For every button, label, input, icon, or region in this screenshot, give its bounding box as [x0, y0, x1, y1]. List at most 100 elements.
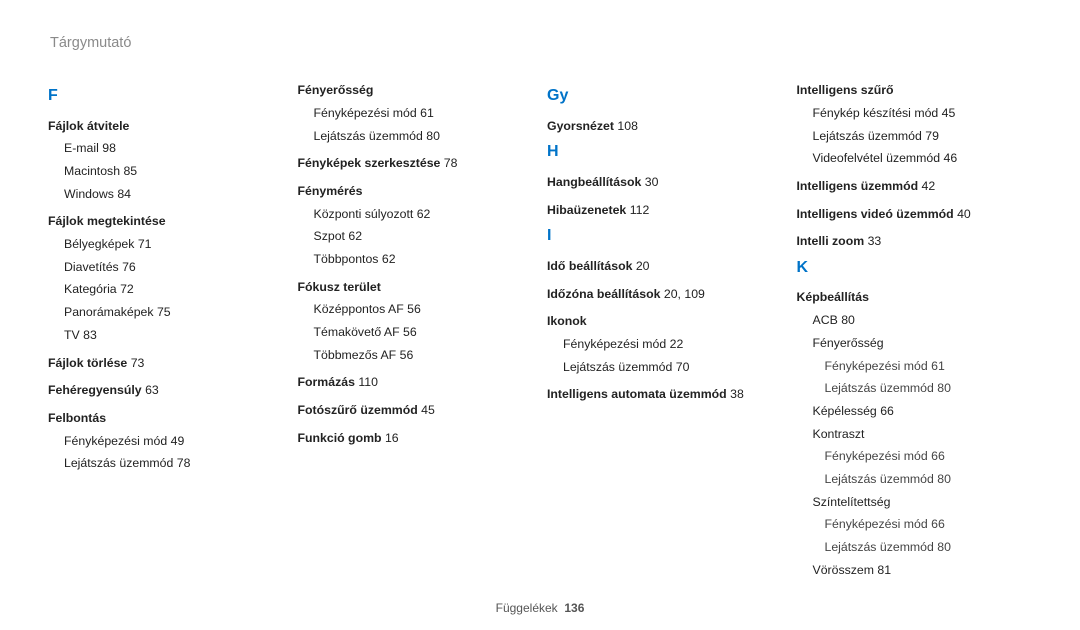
index-entry-head: Intelligens szűrő [797, 81, 1033, 101]
index-subentry-head: Kontraszt [813, 425, 1033, 445]
index-entry-head: Fénymérés [298, 182, 534, 202]
page-ref: 83 [83, 328, 97, 342]
index-subentry: Fényképezési mód 22 [563, 335, 783, 355]
page-footer: Függelékek 136 [48, 595, 1032, 618]
index-entry-head: Intelligens üzemmód 42 [797, 177, 1033, 197]
page-ref: 20, 109 [664, 287, 705, 301]
page-ref: 62 [348, 229, 362, 243]
index-subentry: Fényképezési mód 49 [64, 432, 284, 452]
index-entry-head: Funkció gomb 16 [298, 429, 534, 449]
index-page: Tárgymutató F Fájlok átviteleE-mail 98 Mac… [0, 0, 1080, 630]
index-subentry: Központi súlyozott 62 [314, 205, 534, 225]
index-subentry: Windows 84 [64, 185, 284, 205]
page-ref: 112 [630, 203, 650, 217]
page-ref: 66 [931, 449, 945, 463]
index-subentry: Többmezős AF 56 [314, 346, 534, 366]
page-ref: 80 [937, 472, 951, 486]
page-ref: 16 [385, 431, 399, 445]
index-entry-head: Fájlok megtekintése [48, 212, 284, 232]
index-entry-head: Intelligens automata üzemmód 38 [547, 385, 783, 405]
page-ref: 78 [177, 456, 191, 470]
page-ref: 38 [730, 387, 744, 401]
footer-page-number: 136 [564, 601, 584, 615]
page-ref: 20 [636, 259, 650, 273]
index-subentry: Vörösszem 81 [813, 561, 1033, 581]
page-ref: 71 [138, 237, 152, 251]
index-sub2entry: Fényképezési mód 61 [825, 357, 1033, 377]
page-ref: 66 [880, 404, 894, 418]
index-sub2entry: Lejátszás üzemmód 80 [825, 379, 1033, 399]
index-entry-head: Intelligens videó üzemmód 40 [797, 205, 1033, 225]
index-entry-head: Hangbeállítások 30 [547, 173, 783, 193]
page-ref: 22 [670, 337, 684, 351]
page-ref: 56 [403, 325, 417, 339]
page-ref: 70 [676, 360, 690, 374]
index-subentry: Kategória 72 [64, 280, 284, 300]
index-entry-head: Fényképek szerkesztése 78 [298, 154, 534, 174]
index-subentry: Panorámaképek 75 [64, 303, 284, 323]
page-ref: 73 [131, 356, 145, 370]
page-ref: 56 [407, 302, 421, 316]
index-subentry: Videofelvétel üzemmód 46 [813, 149, 1033, 169]
index-subentry: TV 83 [64, 326, 284, 346]
page-ref: 80 [426, 129, 440, 143]
index-subentry: Fénykép készítési mód 45 [813, 104, 1033, 124]
index-entry-head: Időzóna beállítások 20, 109 [547, 285, 783, 305]
page-ref: 110 [358, 375, 378, 389]
index-sub2entry: Lejátszás üzemmód 80 [825, 470, 1033, 490]
index-columns: F Fájlok átviteleE-mail 98 Macintosh 85 Win… [48, 81, 1032, 595]
index-subentry: Többpontos 62 [314, 250, 534, 270]
index-letter: Gy [547, 83, 783, 109]
index-sub2entry: Lejátszás üzemmód 80 [825, 538, 1033, 558]
page-ref: 78 [444, 156, 458, 170]
index-subentry: ACB 80 [813, 311, 1033, 331]
page-title: Tárgymutató [50, 32, 1032, 55]
page-ref: 33 [868, 234, 882, 248]
page-ref: 62 [417, 207, 431, 221]
index-letter: H [547, 139, 783, 165]
index-entry-head: Gyorsnézet 108 [547, 117, 783, 137]
index-entry-head: Fájlok átvitele [48, 117, 284, 137]
page-ref: 80 [937, 540, 951, 554]
index-letter: F [48, 83, 284, 109]
index-subentry-head: Színtelítettség [813, 493, 1033, 513]
index-entry-head: Ikonok [547, 312, 783, 332]
index-subentry-head: Fényerősség [813, 334, 1033, 354]
index-entry-head: Intelli zoom 33 [797, 232, 1033, 252]
page-ref: 49 [171, 434, 185, 448]
page-ref: 98 [102, 141, 116, 155]
index-subentry: Középpontos AF 56 [314, 300, 534, 320]
index-subentry: Lejátszás üzemmód 80 [314, 127, 534, 147]
page-ref: 62 [382, 252, 396, 266]
page-ref: 56 [400, 348, 414, 362]
index-sub2entry: Fényképezési mód 66 [825, 515, 1033, 535]
index-entry-head: Fényerősség [298, 81, 534, 101]
index-subentry: Lejátszás üzemmód 79 [813, 127, 1033, 147]
index-entry-head: Felbontás [48, 409, 284, 429]
column-4: Intelligens szűrő Fénykép készítési mód 4… [797, 81, 1033, 595]
page-ref: 84 [117, 187, 131, 201]
index-subentry: Szpot 62 [314, 227, 534, 247]
index-subentry: Témakövető AF 56 [314, 323, 534, 343]
index-letter: I [547, 223, 783, 249]
index-entry-head: Fehéregyensúly 63 [48, 381, 284, 401]
page-ref: 45 [942, 106, 956, 120]
index-sub2entry: Fényképezési mód 66 [825, 447, 1033, 467]
page-ref: 40 [957, 207, 971, 221]
page-ref: 76 [122, 260, 136, 274]
page-ref: 75 [157, 305, 171, 319]
index-subentry: E-mail 98 [64, 139, 284, 159]
index-entry-head: Fotószűrő üzemmód 45 [298, 401, 534, 421]
index-subentry: Lejátszás üzemmód 78 [64, 454, 284, 474]
page-ref: 80 [841, 313, 855, 327]
footer-label: Függelékek [496, 601, 558, 615]
page-ref: 72 [120, 282, 134, 296]
page-ref: 30 [645, 175, 659, 189]
page-ref: 61 [420, 106, 434, 120]
index-entry-head: Idő beállítások 20 [547, 257, 783, 277]
index-subentry: Macintosh 85 [64, 162, 284, 182]
page-ref: 81 [877, 563, 891, 577]
page-ref: 61 [931, 359, 945, 373]
index-letter: K [797, 255, 1033, 281]
index-entry-head: Fókusz terület [298, 278, 534, 298]
